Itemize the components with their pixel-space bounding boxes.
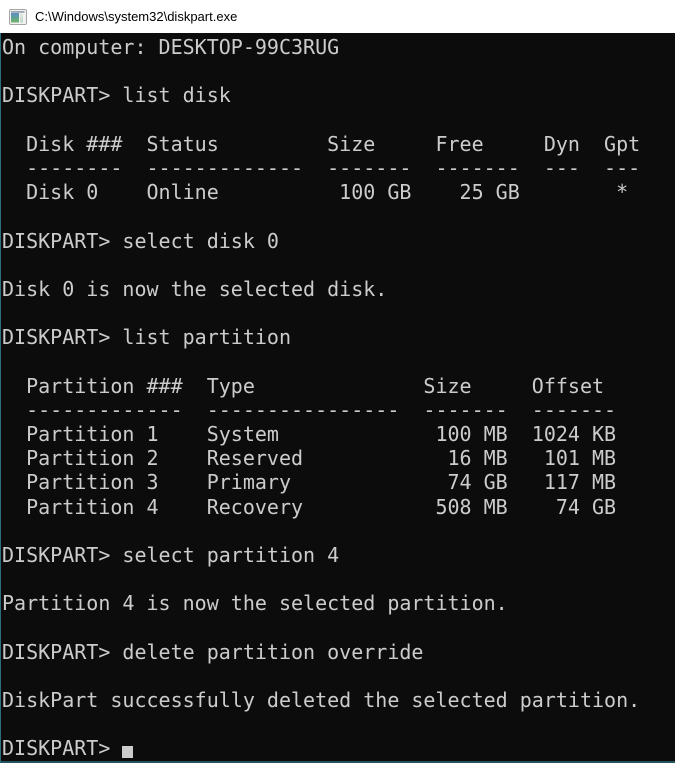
partition-table-header: Partition ### Type Size Offset	[2, 374, 675, 398]
console-line	[2, 616, 675, 640]
console-line	[2, 349, 675, 373]
console-line-delete-success-msg: DiskPart successfully deleted the select…	[2, 688, 675, 712]
diskpart-window: C:\Windows\system32\diskpart.exe On comp…	[0, 0, 675, 763]
console-output[interactable]: On computer: DESKTOP-99C3RUG DISKPART> l…	[0, 33, 675, 763]
console-line-cmd-delete-partition: DISKPART> delete partition override	[2, 640, 675, 664]
console-prompt-line[interactable]: DISKPART>	[2, 736, 675, 760]
console-line-cmd-select-disk: DISKPART> select disk 0	[2, 229, 675, 253]
titlebar[interactable]: C:\Windows\system32\diskpart.exe	[0, 0, 675, 33]
console-window-icon	[9, 9, 27, 25]
partition-table-row: Partition 2 Reserved 16 MB 101 MB	[2, 446, 675, 470]
window-title: C:\Windows\system32\diskpart.exe	[35, 9, 237, 24]
console-line	[2, 108, 675, 132]
partition-table-row: Partition 3 Primary 74 GB 117 MB	[2, 470, 675, 494]
console-line-cmd-list-partition: DISKPART> list partition	[2, 325, 675, 349]
disk-table-row: Disk 0 Online 100 GB 25 GB *	[2, 180, 675, 204]
console-line-cmd-select-partition: DISKPART> select partition 4	[2, 543, 675, 567]
console-line	[2, 204, 675, 228]
console-line	[2, 567, 675, 591]
console-line-cmd-list-disk: DISKPART> list disk	[2, 83, 675, 107]
console-line	[2, 664, 675, 688]
partition-table-row: Partition 4 Recovery 508 MB 74 GB	[2, 495, 675, 519]
console-line-computer-name: On computer: DESKTOP-99C3RUG	[2, 35, 675, 59]
console-line	[2, 253, 675, 277]
partition-table-divider: ------------- ---------------- ------- -…	[2, 398, 675, 422]
partition-table-row: Partition 1 System 100 MB 1024 KB	[2, 422, 675, 446]
console-line	[2, 301, 675, 325]
disk-table-divider: -------- ------------- ------- ------- -…	[2, 156, 675, 180]
console-line	[2, 519, 675, 543]
console-line-disk-selected-msg: Disk 0 is now the selected disk.	[2, 277, 675, 301]
console-line	[2, 59, 675, 83]
console-line	[2, 712, 675, 736]
text-cursor	[122, 746, 133, 758]
diskpart-prompt: DISKPART>	[2, 736, 122, 760]
disk-table-header: Disk ### Status Size Free Dyn Gpt	[2, 132, 675, 156]
console-line-partition-selected-msg: Partition 4 is now the selected partitio…	[2, 591, 675, 615]
